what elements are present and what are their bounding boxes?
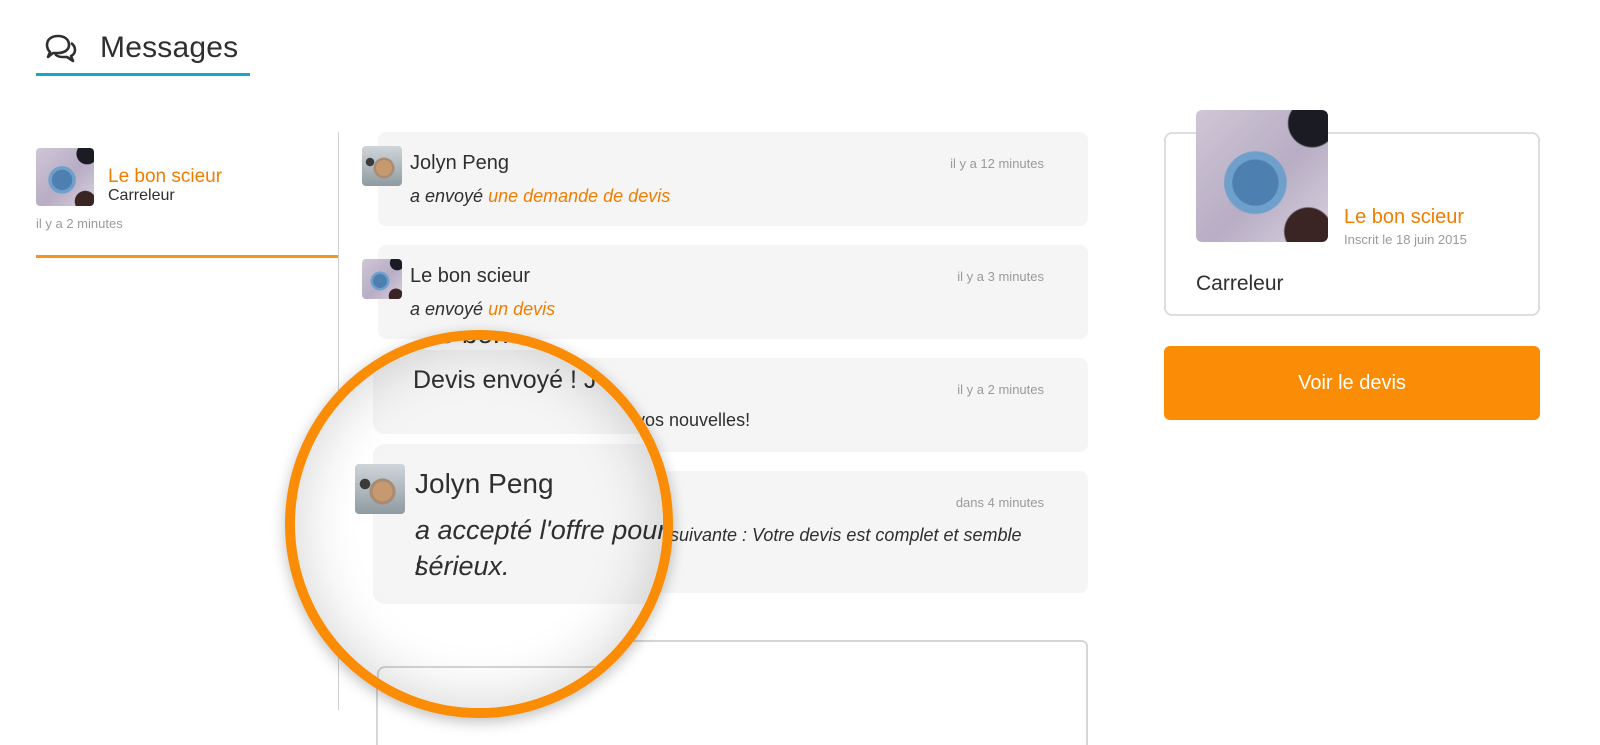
profile-job: Carreleur <box>1196 272 1284 295</box>
message-time: il y a 12 minutes <box>950 156 1044 171</box>
zoomed-message-text: Devis envoyé ! J'a <box>413 366 616 394</box>
message-body: a envoyé un devis <box>410 299 555 320</box>
conversation-item[interactable]: Le bon scieur Carreleur il y a 2 minutes <box>36 140 338 258</box>
message-time: il y a 3 minutes <box>957 269 1044 284</box>
message-body: suivante : Votre devis est complet et se… <box>670 525 1022 545</box>
avatar <box>362 259 402 299</box>
message-prefix: a envoyé <box>410 299 489 319</box>
message-time: dans 4 minutes <box>955 495 1044 510</box>
profile-name: Le bon scieur <box>1344 206 1465 228</box>
conversation-name: Le bon scieur <box>108 166 223 187</box>
zoomed-author: Jolyn Peng <box>415 468 554 499</box>
zoomed-message-line2: sérieux. <box>415 551 510 581</box>
avatar <box>362 146 402 186</box>
avatar <box>36 148 94 206</box>
message-item: Le bon scieur il y a 3 minutes a envoyé … <box>378 245 1088 339</box>
quote-link[interactable]: un devis <box>488 299 555 319</box>
chat-bubbles-icon <box>45 34 77 62</box>
page-header: Messages <box>36 22 250 76</box>
profile-avatar <box>1196 110 1328 242</box>
message-body: a envoyé une demande de devis <box>410 186 670 207</box>
message-author: Le bon scieur <box>410 265 531 287</box>
message-time: il y a 2 minutes <box>957 382 1044 397</box>
view-quote-button[interactable]: Voir le devis <box>1164 346 1540 420</box>
quote-request-link[interactable]: une demande de devis <box>488 186 670 206</box>
magnifier-lens: Le bon sc Devis envoyé ! J'a Jolyn Peng … <box>285 330 673 718</box>
profile-registration-date: Inscrit le 18 juin 2015 <box>1344 232 1467 247</box>
message-prefix: a envoyé <box>410 186 489 206</box>
conversation-time: il y a 2 minutes <box>36 216 123 231</box>
conversation-subtitle: Carreleur <box>108 187 175 204</box>
avatar <box>355 464 405 514</box>
page-title: Messages <box>100 30 239 64</box>
message-author: Jolyn Peng <box>410 152 509 174</box>
message-item: Jolyn Peng il y a 12 minutes a envoyé un… <box>378 132 1088 226</box>
